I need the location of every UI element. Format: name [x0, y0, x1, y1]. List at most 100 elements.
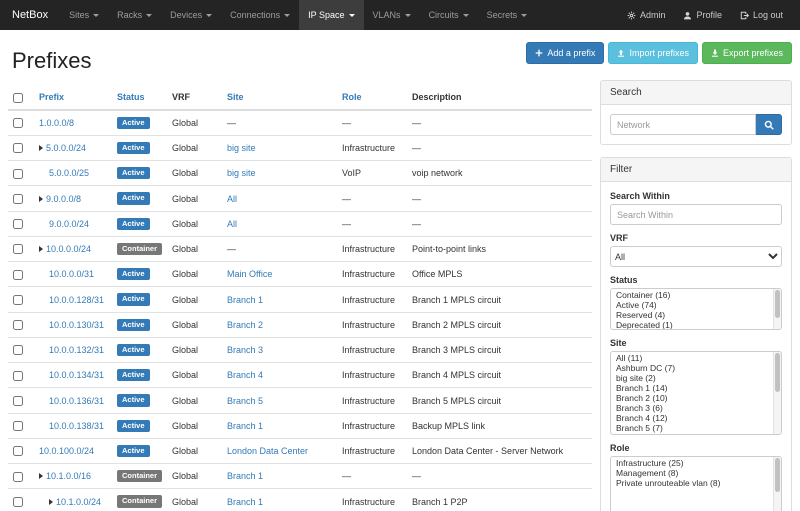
filter-select-vrf[interactable]: All: [610, 246, 782, 267]
site-link[interactable]: Branch 1: [227, 497, 263, 507]
site-link[interactable]: Branch 1: [227, 295, 263, 305]
row-checkbox[interactable]: [13, 497, 23, 507]
prefix-link[interactable]: 10.0.0.0/31: [49, 269, 94, 279]
listbox-option[interactable]: big site (2): [611, 373, 781, 383]
listbox-option[interactable]: Infrastructure (25): [611, 458, 781, 468]
prefix-link[interactable]: 10.1.0.0/24: [56, 497, 101, 507]
sort-header-prefix[interactable]: Prefix: [39, 92, 64, 102]
row-checkbox[interactable]: [13, 143, 23, 153]
prefix-link[interactable]: 5.0.0.0/25: [49, 168, 89, 178]
listbox-option[interactable]: Container (16): [611, 290, 781, 300]
listbox-option[interactable]: Private unrouteable vlan (8): [611, 478, 781, 488]
sort-header-role[interactable]: Role: [342, 92, 362, 102]
role-cell: Infrastructure: [337, 363, 407, 388]
scrollbar-thumb[interactable]: [775, 458, 780, 492]
site-link[interactable]: London Data Center: [227, 446, 308, 456]
prefix-link[interactable]: 10.0.0.130/31: [49, 320, 104, 330]
scrollbar[interactable]: [773, 457, 781, 511]
row-checkbox[interactable]: [13, 371, 23, 381]
nav-item-vlans[interactable]: VLANs: [364, 0, 420, 30]
listbox-option[interactable]: Branch 3 (6): [611, 403, 781, 413]
site-link[interactable]: Branch 1: [227, 421, 263, 431]
filter-listbox-site[interactable]: All (11)Ashburn DC (7)big site (2)Branch…: [610, 351, 782, 435]
prefix-link[interactable]: 10.0.100.0/24: [39, 446, 94, 456]
site-link[interactable]: Branch 2: [227, 320, 263, 330]
row-checkbox[interactable]: [13, 345, 23, 355]
row-checkbox[interactable]: [13, 169, 23, 179]
nav-item-log-out[interactable]: Log out: [731, 0, 792, 30]
vrf-cell: Global: [167, 287, 222, 312]
prefix-link[interactable]: 10.1.0.0/16: [46, 471, 91, 481]
listbox-option[interactable]: Branch 5 (7): [611, 423, 781, 433]
table-row: 10.0.0.132/31ActiveGlobalBranch 3Infrast…: [8, 337, 592, 362]
prefix-link[interactable]: 10.0.0.0/24: [46, 244, 91, 254]
site-link[interactable]: Main Office: [227, 269, 272, 279]
search-input[interactable]: [610, 114, 756, 135]
prefix-link[interactable]: 1.0.0.0/8: [39, 118, 74, 128]
app-brand[interactable]: NetBox: [8, 0, 60, 30]
prefix-link[interactable]: 9.0.0.0/8: [46, 194, 81, 204]
listbox-option[interactable]: Reserved (4): [611, 310, 781, 320]
prefix-link[interactable]: 10.0.0.136/31: [49, 396, 104, 406]
site-link[interactable]: All: [227, 194, 237, 204]
prefix-link[interactable]: 5.0.0.0/24: [46, 143, 86, 153]
nav-item-secrets[interactable]: Secrets: [478, 0, 537, 30]
prefix-link[interactable]: 10.0.0.134/31: [49, 370, 104, 380]
nav-item-profile[interactable]: Profile: [674, 0, 731, 30]
scrollbar[interactable]: [773, 289, 781, 329]
add-a-prefix-button[interactable]: Add a prefix: [526, 42, 604, 64]
row-checkbox[interactable]: [13, 446, 23, 456]
row-checkbox[interactable]: [13, 118, 23, 128]
row-checkbox[interactable]: [13, 194, 23, 204]
site-link[interactable]: big site: [227, 143, 256, 153]
sort-header-status[interactable]: Status: [117, 92, 145, 102]
filter-input-search-within[interactable]: [610, 204, 782, 225]
site-link[interactable]: Branch 5: [227, 396, 263, 406]
nav-item-circuits[interactable]: Circuits: [420, 0, 478, 30]
nav-item-sites[interactable]: Sites: [60, 0, 108, 30]
listbox-option[interactable]: COLO 1 (1): [611, 433, 781, 435]
listbox-option[interactable]: Branch 1 (14): [611, 383, 781, 393]
row-checkbox[interactable]: [13, 421, 23, 431]
import-prefixes-button[interactable]: Import prefixes: [608, 42, 698, 64]
row-checkbox[interactable]: [13, 244, 23, 254]
row-checkbox[interactable]: [13, 295, 23, 305]
scrollbar[interactable]: [773, 352, 781, 434]
site-link[interactable]: Branch 1: [227, 471, 263, 481]
nav-item-connections[interactable]: Connections: [221, 0, 299, 30]
filter-listbox-role[interactable]: Infrastructure (25)Management (8)Private…: [610, 456, 782, 511]
export-prefixes-button[interactable]: Export prefixes: [702, 42, 792, 64]
row-checkbox[interactable]: [13, 472, 23, 482]
scrollbar-thumb[interactable]: [775, 353, 780, 392]
nav-item-ip-space[interactable]: IP Space: [299, 0, 363, 30]
site-link[interactable]: big site: [227, 168, 256, 178]
nav-item-devices[interactable]: Devices: [161, 0, 221, 30]
prefix-link[interactable]: 9.0.0.0/24: [49, 219, 89, 229]
row-checkbox[interactable]: [13, 320, 23, 330]
prefix-link[interactable]: 10.0.0.138/31: [49, 421, 104, 431]
listbox-option[interactable]: All (11): [611, 353, 781, 363]
select-all-checkbox[interactable]: [13, 93, 23, 103]
listbox-option[interactable]: Management (8): [611, 468, 781, 478]
nav-item-racks[interactable]: Racks: [108, 0, 161, 30]
filter-listbox-status[interactable]: Container (16)Active (74)Reserved (4)Dep…: [610, 288, 782, 330]
search-button[interactable]: [756, 114, 782, 135]
prefix-link[interactable]: 10.0.0.128/31: [49, 295, 104, 305]
nav-item-admin[interactable]: Admin: [618, 0, 675, 30]
sort-header-site[interactable]: Site: [227, 92, 244, 102]
row-checkbox[interactable]: [13, 219, 23, 229]
row-checkbox[interactable]: [13, 270, 23, 280]
listbox-option[interactable]: Branch 4 (12): [611, 413, 781, 423]
description-cell: London Data Center - Server Network: [407, 438, 592, 463]
row-checkbox[interactable]: [13, 396, 23, 406]
prefix-link[interactable]: 10.0.0.132/31: [49, 345, 104, 355]
nav-item-label: Admin: [640, 10, 666, 20]
listbox-option[interactable]: Ashburn DC (7): [611, 363, 781, 373]
site-link[interactable]: All: [227, 219, 237, 229]
scrollbar-thumb[interactable]: [775, 290, 780, 318]
site-link[interactable]: Branch 4: [227, 370, 263, 380]
listbox-option[interactable]: Branch 2 (10): [611, 393, 781, 403]
listbox-option[interactable]: Deprecated (1): [611, 320, 781, 330]
site-link[interactable]: Branch 3: [227, 345, 263, 355]
listbox-option[interactable]: Active (74): [611, 300, 781, 310]
